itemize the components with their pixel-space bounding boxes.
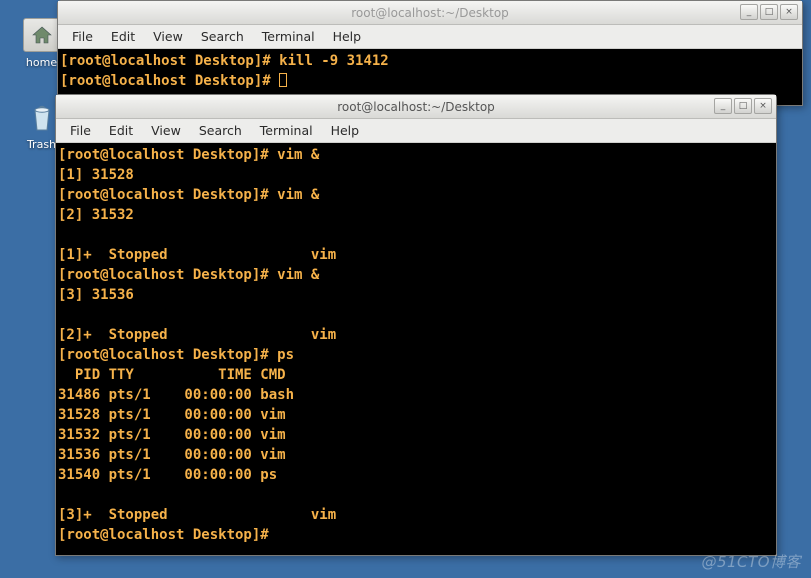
menu-terminal[interactable]: Terminal <box>252 121 321 140</box>
desktop-icon-label: home <box>26 56 57 69</box>
menu-file[interactable]: File <box>62 121 99 140</box>
window-title: root@localhost:~/Desktop <box>56 100 776 114</box>
menubar: File Edit View Search Terminal Help <box>58 25 802 49</box>
titlebar[interactable]: root@localhost:~/Desktop _ □ × <box>56 95 776 119</box>
folder-home-icon <box>23 18 61 52</box>
close-button[interactable]: × <box>754 98 772 114</box>
maximize-button[interactable]: □ <box>734 98 752 114</box>
menu-search[interactable]: Search <box>193 27 252 46</box>
menubar: File Edit View Search Terminal Help <box>56 119 776 143</box>
minimize-button[interactable]: _ <box>740 4 758 20</box>
terminal-body[interactable]: [root@localhost Desktop]# vim &[1] 31528… <box>56 143 776 555</box>
menu-edit[interactable]: Edit <box>103 27 143 46</box>
close-button[interactable]: × <box>780 4 798 20</box>
menu-view[interactable]: View <box>145 27 191 46</box>
titlebar[interactable]: root@localhost:~/Desktop _ □ × <box>58 1 802 25</box>
menu-search[interactable]: Search <box>191 121 250 140</box>
minimize-button[interactable]: _ <box>714 98 732 114</box>
menu-edit[interactable]: Edit <box>101 121 141 140</box>
menu-file[interactable]: File <box>64 27 101 46</box>
menu-help[interactable]: Help <box>325 27 370 46</box>
maximize-button[interactable]: □ <box>760 4 778 20</box>
terminal-window-front[interactable]: root@localhost:~/Desktop _ □ × File Edit… <box>55 94 777 556</box>
window-title: root@localhost:~/Desktop <box>58 6 802 20</box>
terminal-window-back[interactable]: root@localhost:~/Desktop _ □ × File Edit… <box>57 0 803 106</box>
menu-terminal[interactable]: Terminal <box>254 27 323 46</box>
menu-view[interactable]: View <box>143 121 189 140</box>
menu-help[interactable]: Help <box>323 121 368 140</box>
desktop-icon-label: Trash <box>27 138 56 151</box>
